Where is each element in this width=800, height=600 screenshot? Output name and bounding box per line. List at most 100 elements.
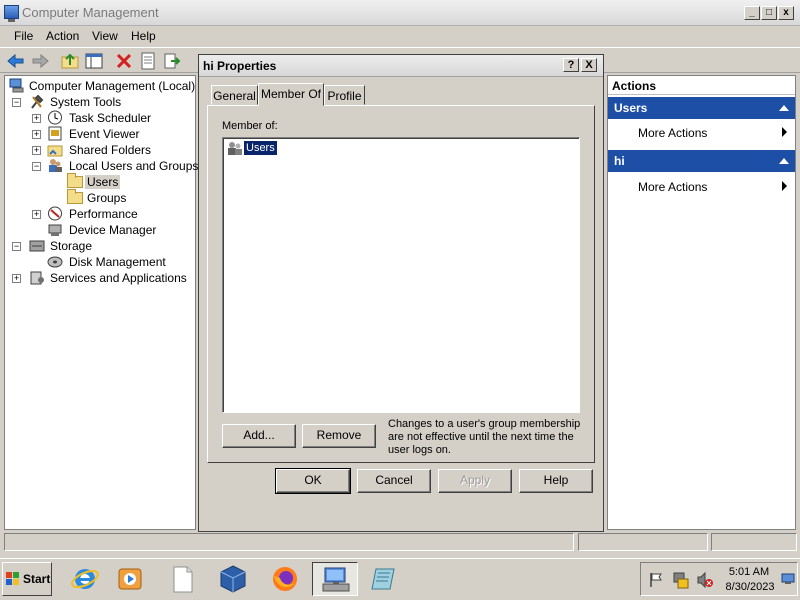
folder-icon (67, 189, 83, 204)
expand-toggle[interactable]: + (12, 274, 21, 283)
system-tray: 5:01 AM 8/30/2023 (640, 562, 798, 596)
shared-folder-icon (47, 145, 63, 157)
console-tree-panel: Computer Management (Local) − System Too… (4, 75, 198, 530)
more-actions-label: More Actions (638, 180, 708, 194)
tree-label: Services and Applications (50, 271, 187, 285)
internet-explorer-icon (71, 569, 99, 589)
dialog-help-button[interactable]: ? (563, 58, 579, 72)
member-name: Users (243, 140, 278, 156)
storage-icon (29, 240, 45, 252)
more-actions-label: More Actions (638, 126, 708, 140)
dialog-title: hi Properties (203, 59, 277, 73)
member-of-list[interactable]: Users (222, 137, 580, 413)
expand-toggle[interactable]: + (32, 210, 41, 219)
window-title: Computer Management (22, 5, 159, 20)
expand-toggle[interactable]: + (32, 130, 41, 139)
actions-header: Actions (612, 79, 657, 93)
tree-label: Performance (69, 207, 138, 221)
menubar: File Action View Help (0, 26, 800, 46)
cancel-button[interactable]: Cancel (357, 469, 431, 493)
menu-file[interactable]: File (14, 29, 33, 43)
tree-label: Storage (50, 239, 93, 253)
export-list-icon[interactable] (162, 51, 182, 71)
tree-label: Shared Folders (69, 143, 152, 157)
help-button[interactable]: Help (519, 469, 593, 493)
blank-document-icon (173, 566, 193, 593)
more-actions-users[interactable]: More Actions (638, 126, 788, 140)
device-manager-icon (48, 224, 62, 236)
section-title: Users (614, 101, 648, 115)
taskbar-computer-management[interactable] (312, 562, 358, 596)
list-item[interactable]: Users (227, 140, 307, 157)
tab-profile[interactable]: Profile (324, 85, 365, 105)
taskbar-media-player[interactable] (108, 562, 154, 596)
dialog-close-button[interactable]: X (581, 58, 597, 72)
clock-icon (48, 110, 62, 125)
tree-label: Users (85, 175, 121, 189)
member-of-label: Member of: (222, 120, 278, 132)
taskbar-file[interactable] (160, 562, 206, 596)
taskbar-internet-explorer[interactable] (62, 562, 108, 596)
clock-date[interactable]: 8/30/2023 (719, 581, 781, 593)
show-desktop-icon[interactable] (781, 573, 795, 585)
tree-label: Device Manager (69, 223, 157, 237)
computer-management-icon (9, 78, 24, 93)
tree-label: Task Scheduler (69, 111, 152, 125)
taskbar-virtualbox[interactable] (210, 562, 256, 596)
tree-label: System Tools (50, 95, 122, 109)
notepad-icon (371, 568, 395, 590)
speaker-muted-icon[interactable] (697, 572, 713, 588)
taskbar-notepad[interactable] (362, 562, 408, 596)
services-icon (30, 271, 44, 285)
taskbar-firefox[interactable] (262, 562, 308, 596)
expand-toggle[interactable]: + (32, 114, 41, 123)
flag-icon[interactable] (649, 572, 663, 588)
ok-button[interactable]: OK (275, 468, 351, 494)
start-label: Start (23, 572, 51, 586)
close-window-button[interactable]: x (778, 6, 794, 20)
tab-member-of[interactable]: Member Of (258, 83, 324, 106)
remove-button[interactable]: Remove (302, 424, 376, 448)
actions-section-hi[interactable]: hi (608, 150, 795, 172)
more-actions-hi[interactable]: More Actions (638, 180, 788, 194)
up-folder-icon[interactable] (60, 51, 80, 71)
actions-section-users[interactable]: Users (608, 97, 795, 119)
users-group-icon (49, 159, 62, 172)
expand-toggle[interactable]: + (32, 146, 41, 155)
menu-action[interactable]: Action (46, 29, 79, 43)
tab-general[interactable]: General (211, 85, 258, 105)
computer-management-icon (322, 567, 350, 592)
section-title: hi (614, 154, 625, 168)
collapse-toggle[interactable]: − (12, 98, 21, 107)
main-titlebar: Computer Management _ □ x (0, 0, 800, 26)
actions-pane: Actions Users More Actions hi More Actio… (607, 75, 796, 530)
tree-label: Event Viewer (69, 127, 140, 141)
start-button[interactable]: Start (2, 562, 52, 596)
collapse-up-icon[interactable] (779, 158, 789, 164)
maximize-button[interactable]: □ (761, 6, 777, 20)
membership-note: Changes to a user's group membership are… (388, 418, 581, 456)
tree-label: Groups (87, 191, 127, 205)
media-player-icon (118, 568, 142, 590)
computer-management-app-icon (4, 5, 19, 22)
forward-arrow-icon[interactable] (30, 51, 50, 71)
collapse-toggle[interactable]: − (32, 162, 41, 171)
clock-time[interactable]: 5:01 AM (723, 566, 775, 578)
properties-icon[interactable] (138, 51, 158, 71)
menu-help[interactable]: Help (131, 29, 156, 43)
network-icon[interactable] (673, 571, 689, 589)
show-hide-tree-icon[interactable] (84, 51, 104, 71)
menu-view[interactable]: View (92, 29, 118, 43)
status-bar-cell (578, 533, 708, 551)
minimize-button[interactable]: _ (744, 6, 760, 20)
collapse-toggle[interactable]: − (12, 242, 21, 251)
submenu-arrow-icon (782, 181, 787, 191)
back-arrow-icon[interactable] (6, 51, 26, 71)
status-bar-main (4, 533, 574, 551)
dialog-titlebar: hi Properties ? X (199, 55, 603, 77)
delete-icon[interactable] (114, 51, 134, 71)
collapse-up-icon[interactable] (779, 105, 789, 111)
add-button[interactable]: Add... (222, 424, 296, 448)
apply-button[interactable]: Apply (438, 469, 512, 493)
submenu-arrow-icon (782, 127, 787, 137)
